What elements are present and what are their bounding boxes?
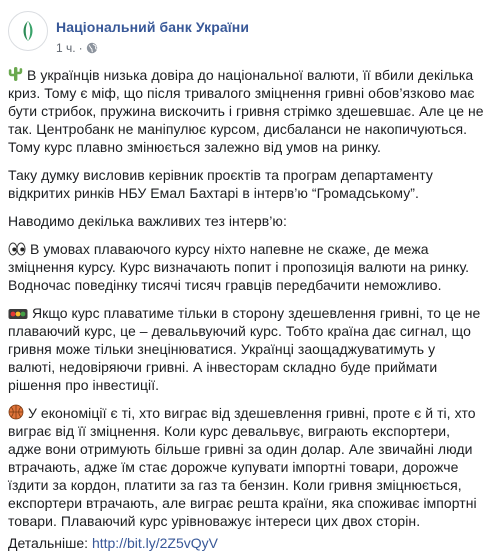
paragraph-text: Якщо курс плаватиме тільки в сторону зде…: [8, 305, 481, 393]
paragraph-3: Наводимо декілька важливих тез інтерв’ю:: [8, 212, 485, 230]
paragraph-text: Таку думку висловив керівник проєктів та…: [8, 167, 433, 201]
details-link[interactable]: http://bit.ly/2Z5vQyV: [92, 535, 218, 551]
paragraph-text: В українців низька довіра до національно…: [8, 67, 484, 155]
post-meta: 1 ч. ·: [56, 41, 98, 55]
nbu-logo-icon: [23, 21, 33, 41]
globe-icon[interactable]: [86, 42, 98, 54]
paragraph-text: У економіції є ті, хто виграє від здешев…: [8, 405, 477, 529]
basketball-icon: [8, 404, 24, 420]
paragraph-6: У економіції є ті, хто виграє від здешев…: [8, 404, 485, 530]
page-avatar[interactable]: [8, 11, 48, 51]
paragraph-1: В українців низька довіра до національно…: [8, 66, 485, 156]
post-body: В українців низька довіра до національно…: [8, 66, 485, 540]
post-header: Національний банк України 1 ч. ·: [8, 11, 485, 57]
details-label: Детальніше:: [8, 535, 89, 551]
meta-separator: ·: [78, 41, 83, 55]
traffic-light-icon: [8, 309, 28, 319]
post-time[interactable]: 1 ч.: [56, 41, 76, 55]
cactus-icon: [8, 67, 23, 81]
page-name[interactable]: Національний банк України: [56, 19, 249, 35]
facebook-post: Національний банк України 1 ч. · В україн…: [0, 0, 493, 551]
paragraph-5: Якщо курс плаватиме тільки в сторону зде…: [8, 304, 485, 394]
paragraph-text: Наводимо декілька важливих тез інтерв’ю:: [8, 213, 287, 229]
paragraph-4: В умовах плаваючого курсу ніхто напевне …: [8, 240, 485, 294]
paragraph-text: В умовах плаваючого курсу ніхто напевне …: [8, 241, 470, 293]
paragraph-2: Таку думку висловив керівник проєктів та…: [8, 166, 485, 202]
eyes-icon: [8, 242, 26, 256]
details-line: Детальніше: http://bit.ly/2Z5vQyV: [8, 534, 218, 552]
